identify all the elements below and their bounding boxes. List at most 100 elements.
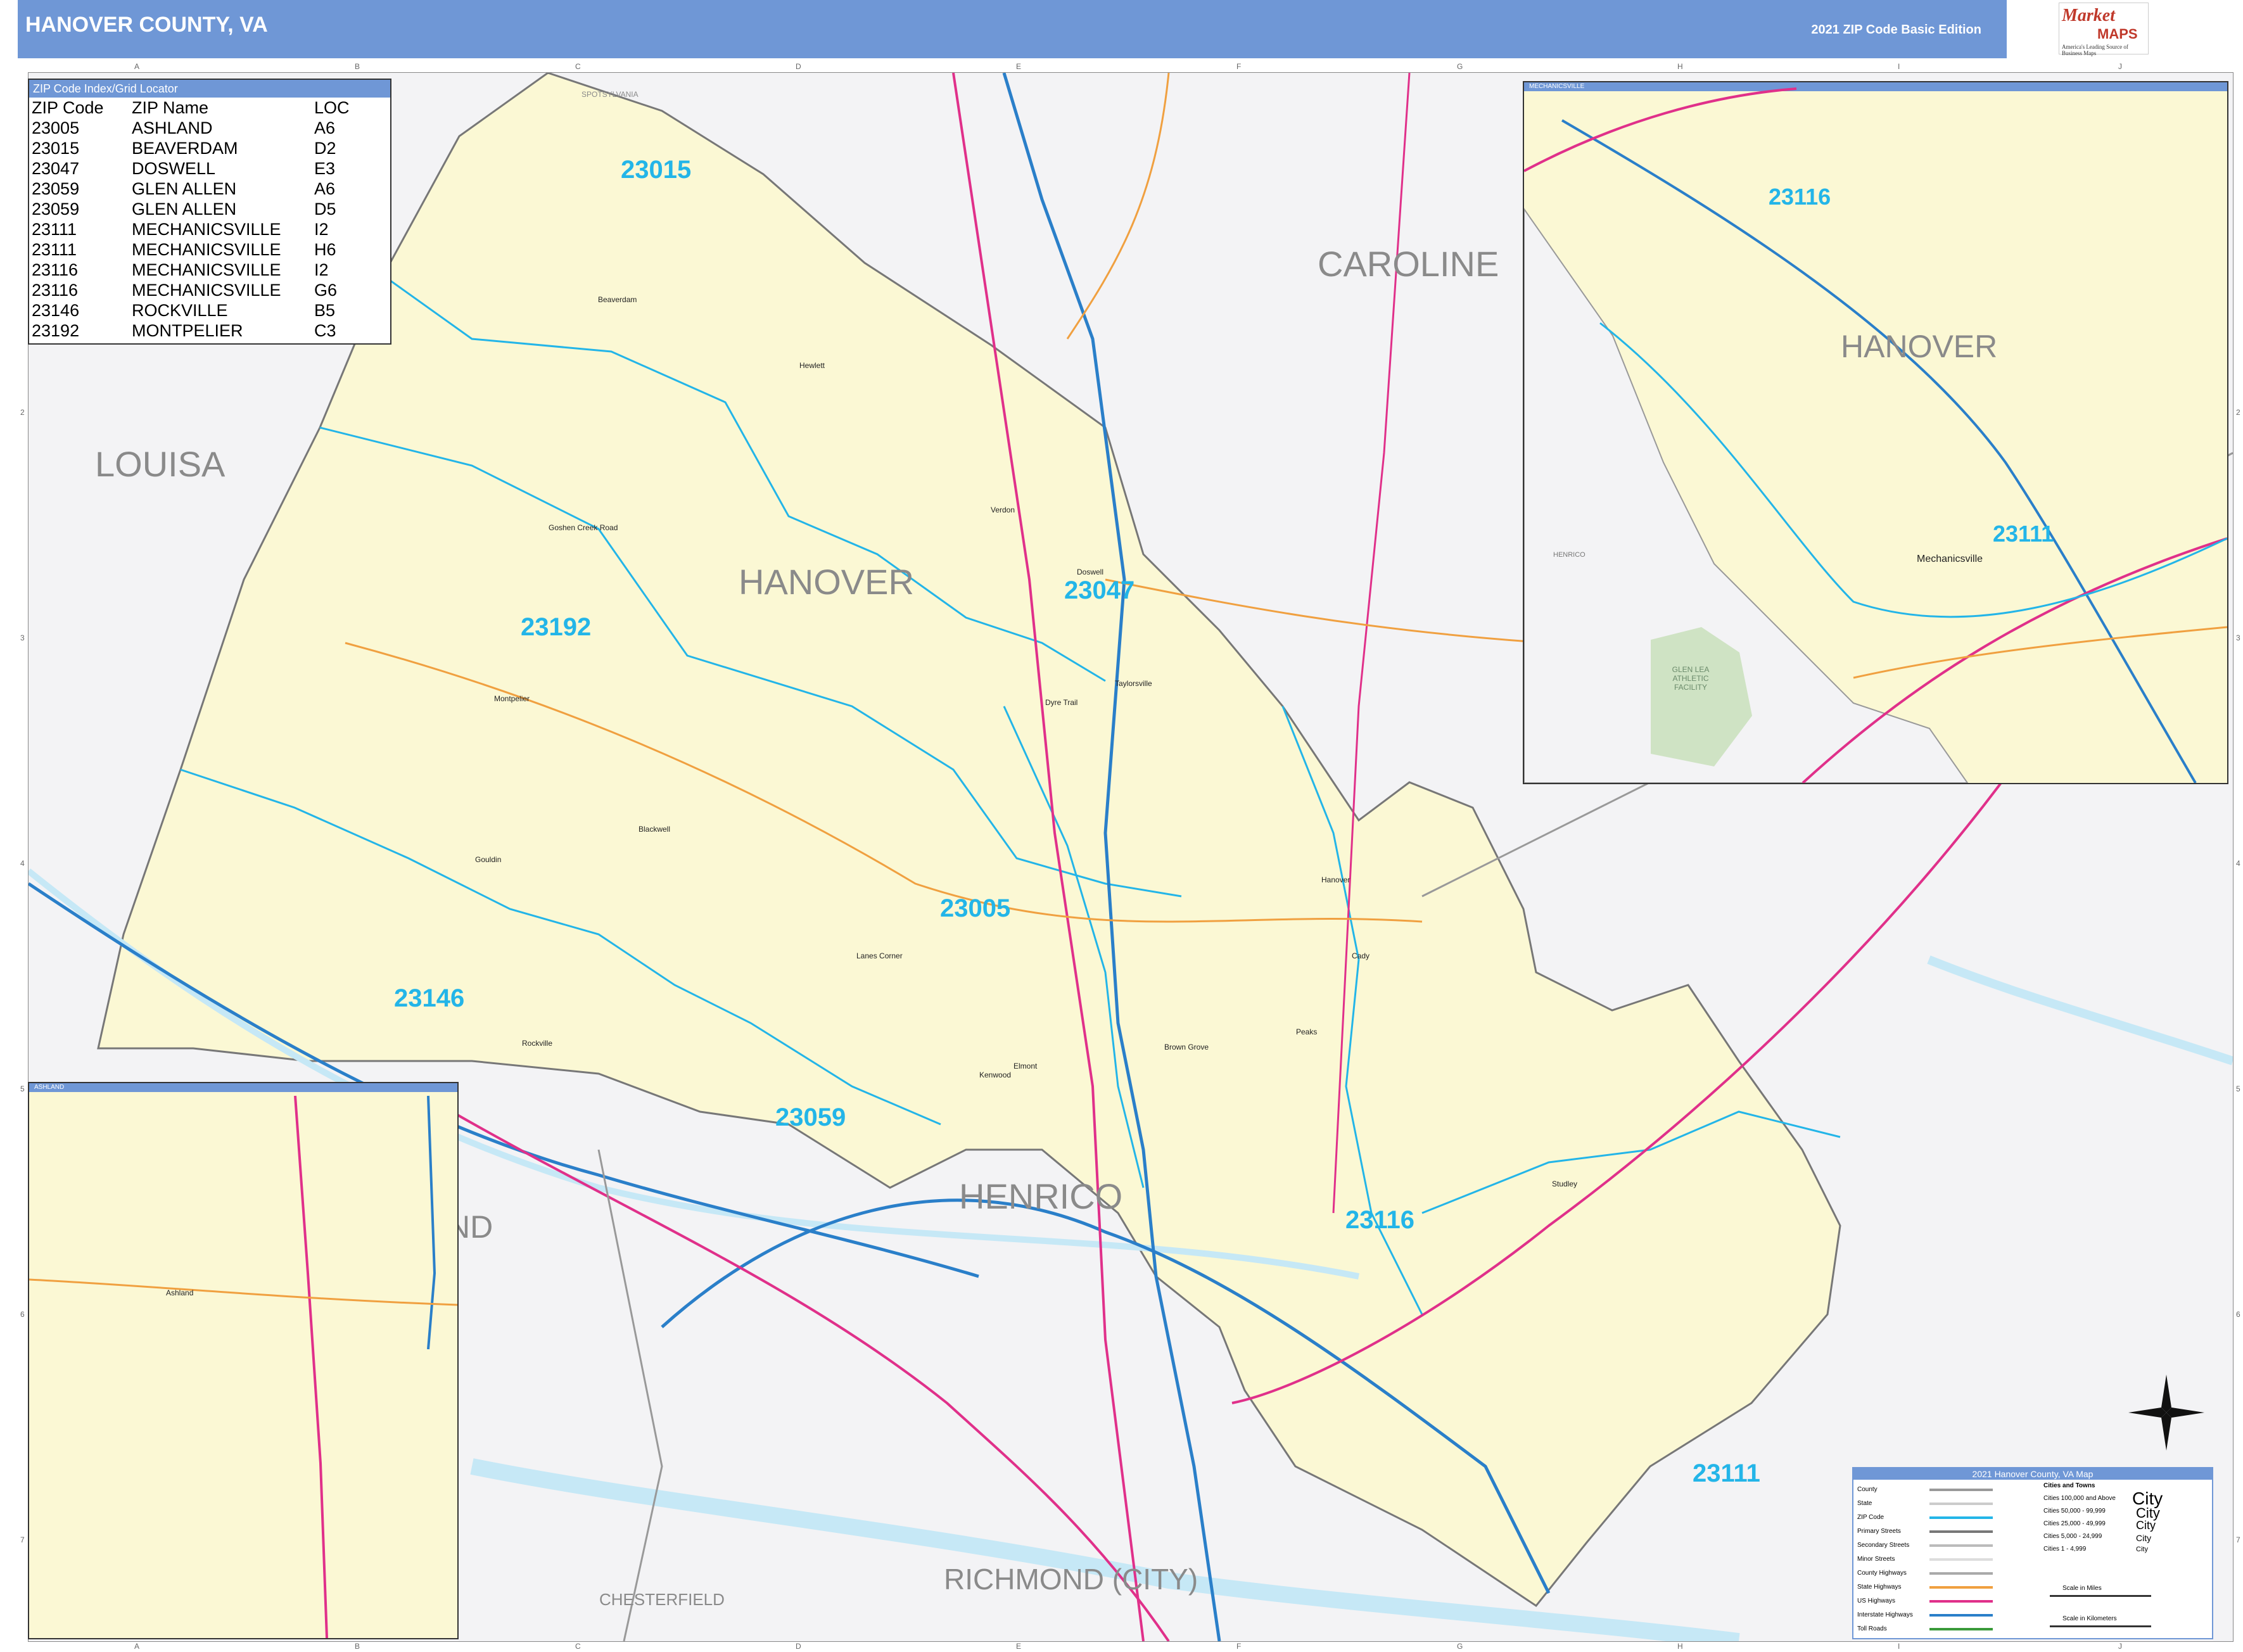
zip-label: 23005 bbox=[940, 894, 1011, 922]
place-label: Blackwell bbox=[639, 825, 671, 834]
cell-loc: A6 bbox=[314, 179, 336, 198]
grid-row: 2 bbox=[20, 408, 25, 417]
table-row: 23192 MONTPELIER C3 bbox=[29, 321, 352, 341]
zip-label: 23146 bbox=[394, 984, 465, 1012]
table-header-row: ZIP Code ZIP Name LOC bbox=[29, 98, 352, 118]
grid-row: 5 bbox=[20, 1084, 25, 1093]
scale-bar bbox=[2050, 1595, 2151, 1597]
cell-zip: 23059 bbox=[32, 200, 80, 219]
place-label: Doswell bbox=[1077, 568, 1104, 576]
place-label: Studley bbox=[1552, 1179, 1578, 1188]
grid-col: I bbox=[1898, 62, 1900, 71]
place-label: Brown Grove bbox=[1164, 1043, 1209, 1052]
place-label: Kenwood bbox=[979, 1071, 1012, 1079]
cell-name: ASHLAND bbox=[132, 118, 213, 137]
title-bar: HANOVER COUNTY, VA 2021 ZIP Code Basic E… bbox=[18, 0, 2007, 58]
cell-zip: 23047 bbox=[32, 159, 80, 178]
us-highway bbox=[1524, 87, 1797, 172]
legend-cities-title: Cities and Towns bbox=[2043, 1482, 2095, 1489]
grid-col: G bbox=[1457, 62, 1463, 71]
grid-col: B bbox=[355, 1642, 360, 1651]
legend-scale-km: Scale in Kilometers bbox=[2062, 1615, 2117, 1622]
cell-loc: I2 bbox=[314, 260, 329, 279]
cell-name: BEAVERDAM bbox=[132, 139, 238, 158]
place-label: Ashland bbox=[166, 1288, 194, 1297]
grid-col: E bbox=[1016, 1642, 1022, 1651]
grid-col: E bbox=[1016, 62, 1022, 71]
table-row: 23047 DOSWELL E3 bbox=[29, 158, 352, 179]
cell-zip: 23015 bbox=[32, 139, 80, 158]
legend-item: County Highways bbox=[1857, 1570, 1907, 1577]
mechanicsville-inset[interactable]: MECHANICSVILLE 23116 23111 HANOVER Mecha… bbox=[1523, 81, 2228, 784]
grid-column-labels-top: A B C D E F G H I J bbox=[28, 60, 2232, 72]
market-maps-logo[interactable]: Market MAPS America's Leading Source of … bbox=[2059, 3, 2149, 56]
grid-col: A bbox=[134, 62, 140, 71]
ashland-inset[interactable]: ASHLAND Ashland bbox=[28, 1082, 459, 1639]
zip-index-panel: ZIP Code Index/Grid Locator ZIP Code ZIP… bbox=[28, 79, 391, 345]
grid-row: 3 bbox=[20, 633, 25, 642]
cell-loc: I2 bbox=[314, 220, 329, 239]
legend-swatch bbox=[1929, 1516, 1993, 1519]
zip-label: 23015 bbox=[621, 156, 692, 184]
zip-label: 23192 bbox=[521, 613, 592, 641]
county-boundary bbox=[597, 1149, 663, 1641]
place-label: Mechanicsville bbox=[1917, 554, 1983, 564]
logo-tagline: America's Leading Source of Business Map… bbox=[2062, 44, 2128, 56]
cell-name: GLEN ALLEN bbox=[132, 179, 237, 198]
cell-zip: 23005 bbox=[32, 118, 80, 137]
scale-bar bbox=[2050, 1625, 2151, 1627]
cell-name: ROCKVILLE bbox=[132, 301, 228, 320]
table-row: 23116 MECHANICSVILLE I2 bbox=[29, 260, 352, 280]
cell-name: GLEN ALLEN bbox=[132, 200, 237, 219]
place-label: Hanover bbox=[1321, 875, 1350, 884]
legend-item: State bbox=[1857, 1500, 1872, 1507]
cell-name: MONTPELIER bbox=[132, 321, 243, 340]
grid-col: G bbox=[1457, 1642, 1463, 1651]
legend-item: Minor Streets bbox=[1857, 1556, 1895, 1563]
county-label-louisa: LOUISA bbox=[95, 444, 226, 484]
grid-col: F bbox=[1236, 62, 1242, 71]
cell-zip: 23059 bbox=[32, 179, 80, 198]
place-label: Rockville bbox=[522, 1039, 553, 1048]
county-label-chesterfield: CHESTERFIELD bbox=[599, 1590, 725, 1609]
place-label: Goshen Creek Road bbox=[549, 523, 618, 532]
cell-zip: 23111 bbox=[32, 240, 77, 259]
legend-title: 2021 Hanover County, VA Map bbox=[1853, 1468, 2212, 1480]
county-label-hanover: HANOVER bbox=[739, 562, 914, 602]
place-label: Dyre Trail bbox=[1045, 698, 1078, 707]
cell-name: MECHANICSVILLE bbox=[132, 240, 281, 259]
interstate bbox=[427, 1095, 436, 1350]
table-row: 23116 MECHANICSVILLE G6 bbox=[29, 280, 352, 300]
table-row: 23146 ROCKVILLE B5 bbox=[29, 300, 352, 321]
cell-loc: E3 bbox=[314, 159, 336, 178]
zip-label: 23059 bbox=[775, 1103, 846, 1131]
legend-city-sample: City bbox=[2136, 1519, 2156, 1532]
column-header: ZIP Code bbox=[32, 98, 104, 117]
table-row: 23059 GLEN ALLEN D5 bbox=[29, 199, 352, 219]
inset-county-label: HANOVER bbox=[1841, 329, 1998, 364]
grid-row: 6 bbox=[20, 1310, 25, 1319]
legend-city-sample: City bbox=[2136, 1533, 2152, 1543]
legend-swatch bbox=[1929, 1503, 1993, 1505]
grid-col: D bbox=[796, 1642, 801, 1651]
grid-col: B bbox=[355, 62, 360, 71]
grid-col: H bbox=[1677, 1642, 1683, 1651]
legend-city-class: Cities 25,000 - 49,999 bbox=[2043, 1520, 2106, 1527]
place-label: Peaks bbox=[1296, 1027, 1318, 1036]
river bbox=[1927, 955, 2233, 1065]
legend-item: Secondary Streets bbox=[1857, 1542, 1910, 1549]
state-highway bbox=[1853, 626, 2227, 679]
grid-col: A bbox=[134, 1642, 140, 1651]
county-label: HENRICO bbox=[1553, 551, 1585, 559]
place-label: Cady bbox=[1352, 951, 1370, 960]
cell-zip: 23116 bbox=[32, 260, 79, 279]
cell-zip: 23116 bbox=[32, 281, 79, 300]
legend-city-sample: City bbox=[2136, 1546, 2148, 1553]
inset-zip-label: 23116 bbox=[1769, 184, 1831, 210]
grid-row: 2 bbox=[2236, 408, 2240, 417]
grid-col: F bbox=[1236, 1642, 1242, 1651]
grid-col: J bbox=[2118, 1642, 2122, 1651]
table-row: 23005 ASHLAND A6 bbox=[29, 118, 352, 138]
cell-loc: H6 bbox=[314, 240, 336, 259]
grid-row: 4 bbox=[20, 859, 25, 868]
